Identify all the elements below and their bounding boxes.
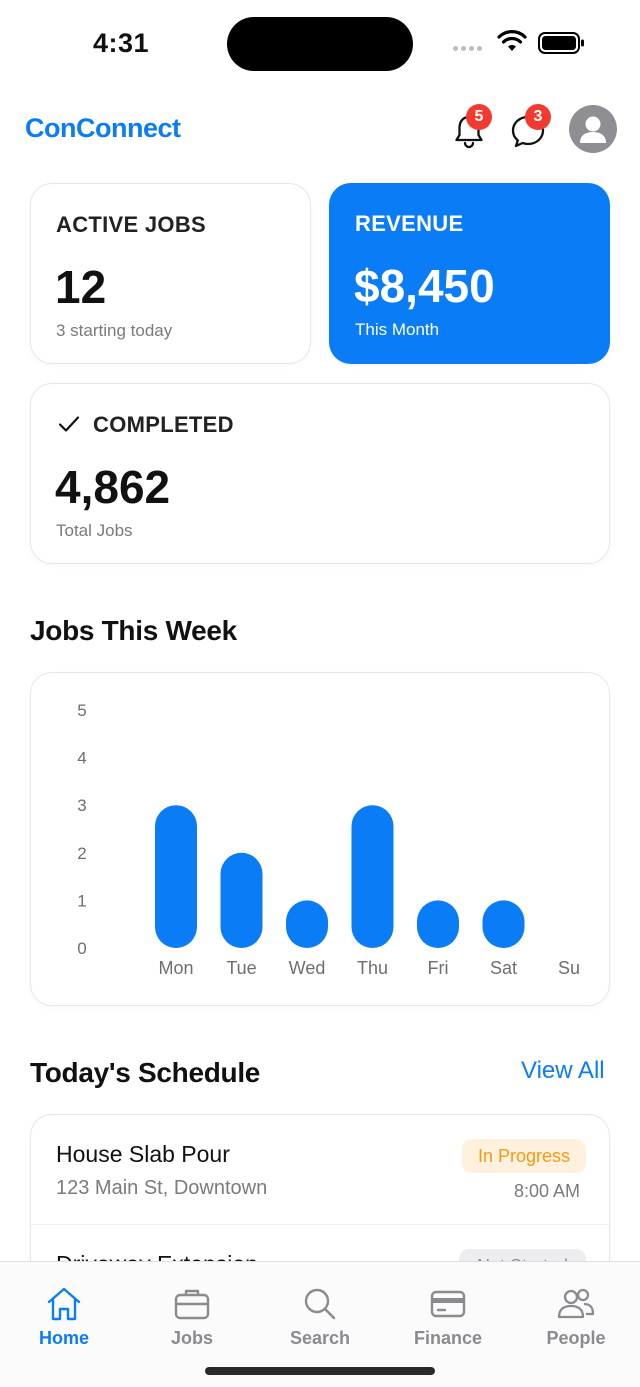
schedule-section-title: Today's Schedule [30, 1057, 261, 1088]
x-tick-label: Thu [357, 958, 388, 978]
jobs-week-chart: 0 1 2 3 4 5 Mon Tue Wed Thu Fri Sat Su [30, 672, 610, 1006]
revenue-subtitle: This Month [355, 320, 440, 339]
tab-finance[interactable]: Finance [384, 1262, 512, 1362]
chart-bar [155, 805, 197, 948]
home-icon [47, 1287, 81, 1321]
battery-icon [538, 32, 584, 54]
chart-bar [286, 900, 328, 948]
dynamic-island [227, 17, 413, 71]
active-jobs-label: ACTIVE JOBS [56, 212, 206, 237]
tab-home[interactable]: Home [0, 1262, 128, 1362]
revenue-label: REVENUE [355, 211, 464, 236]
tab-label: Home [38, 1328, 89, 1348]
job-address: 123 Main St, Downtown [56, 1177, 268, 1199]
tab-label: Finance [413, 1328, 483, 1348]
x-tick-label: Su [558, 958, 580, 978]
chart-bar [482, 900, 525, 948]
cellular-signal-icon [453, 46, 482, 51]
revenue-value: $8,450 [354, 260, 495, 312]
x-tick-label: Fri [428, 958, 449, 978]
view-all-link[interactable]: View All [521, 1057, 605, 1085]
chart-bar [220, 852, 263, 948]
bar-chart: 0 1 2 3 4 5 Mon Tue Wed Thu Fri Sat Su [77, 701, 580, 978]
completed-label: COMPLETED [93, 412, 234, 437]
credit-card-icon [430, 1290, 466, 1318]
status-badge: In Progress [462, 1139, 586, 1173]
y-tick-label: 4 [77, 749, 86, 768]
tab-label: People [546, 1328, 606, 1348]
list-item[interactable]: House Slab Pour 123 Main St, Downtown In… [31, 1115, 609, 1224]
tab-search[interactable]: Search [256, 1262, 384, 1362]
app-title: ConConnect [25, 113, 181, 143]
job-title: House Slab Pour [56, 1141, 230, 1167]
checkmark-icon [58, 416, 80, 432]
messages-badge: 3 [525, 104, 551, 130]
wifi-icon [497, 30, 527, 51]
status-bar: 4:31 [0, 0, 640, 88]
completed-subtitle: Total Jobs [56, 521, 133, 540]
people-icon [557, 1288, 595, 1319]
completed-card[interactable]: COMPLETED 4,862 Total Jobs [30, 383, 610, 564]
x-tick-label: Sat [490, 958, 517, 978]
chart-section-title: Jobs This Week [30, 615, 237, 646]
status-time: 4:31 [93, 28, 150, 58]
tab-people[interactable]: People [512, 1262, 640, 1362]
job-time: 8:00 AM [514, 1181, 581, 1201]
chart-bar [351, 805, 394, 948]
active-jobs-card[interactable]: ACTIVE JOBS 12 3 starting today [30, 183, 311, 364]
x-tick-label: Mon [158, 958, 193, 978]
x-tick-label: Wed [289, 958, 326, 978]
y-tick-label: 3 [77, 796, 86, 815]
user-icon [580, 116, 606, 143]
briefcase-icon [174, 1289, 210, 1320]
y-tick-label: 2 [77, 844, 86, 863]
home-indicator [205, 1367, 435, 1375]
tab-jobs[interactable]: Jobs [128, 1262, 256, 1362]
search-icon [304, 1288, 336, 1320]
tab-label: Search [289, 1328, 351, 1348]
y-tick-label: 5 [77, 701, 86, 720]
y-tick-label: 0 [77, 939, 86, 958]
y-tick-label: 1 [77, 891, 86, 910]
chart-bar [417, 900, 459, 948]
active-jobs-value: 12 [55, 261, 107, 313]
notifications-badge: 5 [466, 104, 492, 130]
x-tick-label: Tue [226, 958, 256, 978]
revenue-card[interactable]: REVENUE $8,450 This Month [329, 183, 610, 364]
active-jobs-subtitle: 3 starting today [56, 321, 173, 340]
tab-label: Jobs [170, 1328, 213, 1348]
completed-value: 4,862 [55, 461, 171, 513]
avatar[interactable] [569, 105, 617, 153]
